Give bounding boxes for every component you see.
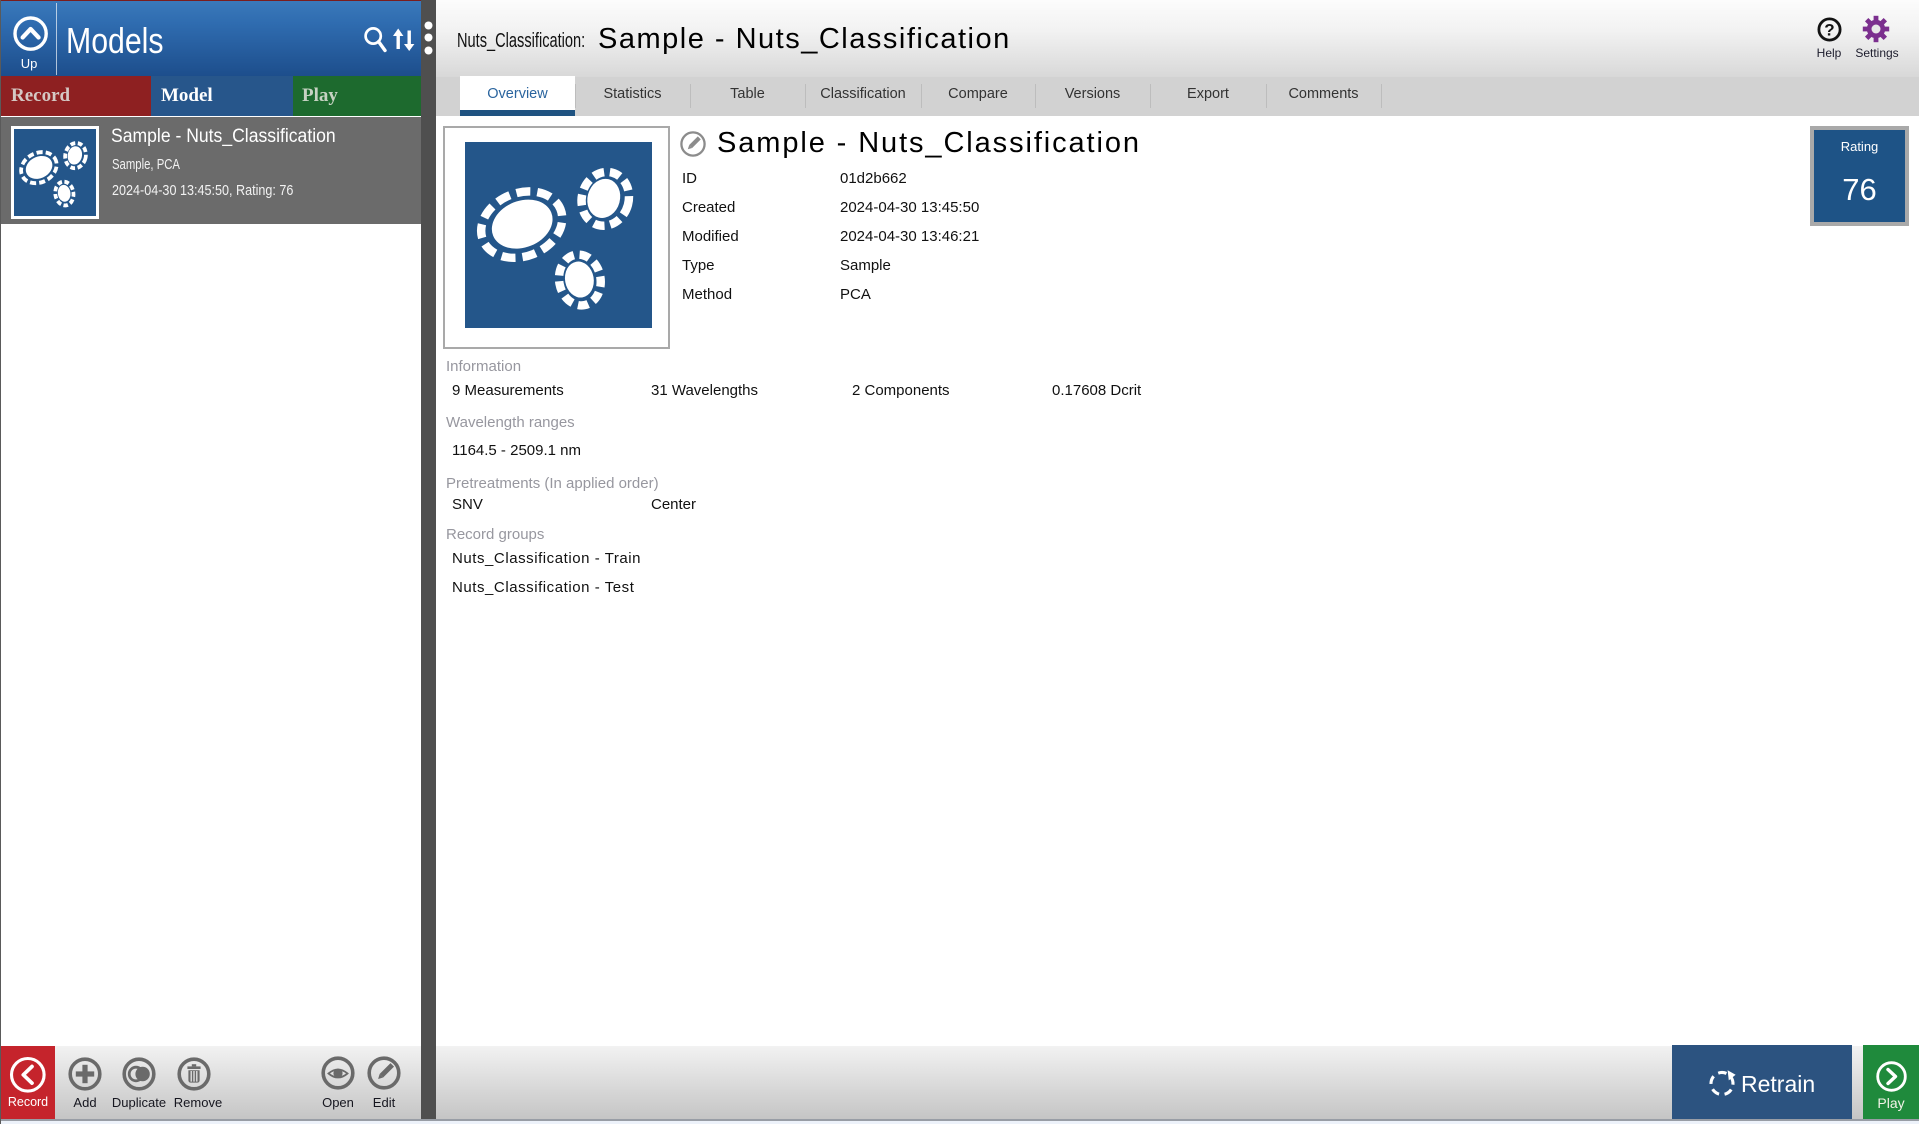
svg-text:?: ? <box>1824 21 1834 40</box>
